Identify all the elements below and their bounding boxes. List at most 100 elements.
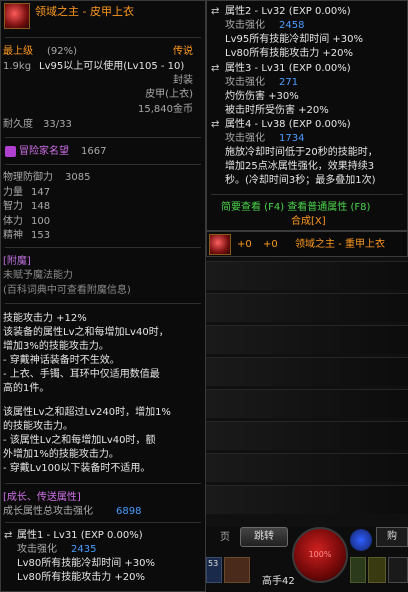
- skill-desc-line: 该属性Lv之和超过Lv240时，增加1%: [3, 407, 171, 418]
- shuffle-icon: ⇄: [4, 530, 13, 541]
- level-requirement: Lv95以上可以使用(Lv105 - 10): [39, 61, 185, 72]
- adventurer-fame-value: 1667: [81, 146, 107, 157]
- divider: [5, 137, 201, 138]
- mp-orb: [350, 529, 372, 551]
- divider: [5, 522, 201, 523]
- skill-desc-line: - 穿戴神话装备时不生效。: [3, 355, 120, 366]
- stat-label: 力量: [3, 187, 23, 198]
- enchant-none: 未赋予魔法能力: [3, 270, 73, 281]
- skill-desc-line: 技能攻击力 +12%: [3, 313, 87, 324]
- page-label: 页: [220, 532, 230, 543]
- hp-orb-label: 100%: [308, 550, 332, 559]
- attr2-title: 属性2 - Lv32 (EXP 0.00%): [225, 6, 351, 17]
- shuffle-icon: ⇄: [211, 119, 220, 130]
- attr4-atk-value: 1734: [279, 133, 305, 144]
- adventurer-fame-icon: [5, 146, 16, 157]
- attr1-title: 属性1 - Lv31 (EXP 0.00%): [17, 530, 143, 541]
- skill-desc-line: - 上衣、手镯、耳环中仅适用数值最: [3, 369, 160, 380]
- compare-item-header: +0 +0 领域之主 - 重甲上衣: [206, 231, 408, 257]
- list-row: [206, 485, 408, 514]
- divider: [5, 164, 201, 165]
- attr4-atk-label: 攻击强化: [225, 133, 265, 144]
- stat-label: 精神: [3, 230, 23, 241]
- jump-button-label: 跳转: [254, 531, 274, 542]
- stat-value: 3085: [65, 172, 91, 183]
- skill-desc-line: 的技能攻击力。: [3, 421, 73, 432]
- item-price: 15,840金币: [138, 104, 193, 115]
- rarity-label: 传说: [173, 46, 193, 57]
- attr1-line: Lv80所有技能冷却时间 +30%: [17, 558, 155, 569]
- skill-slot[interactable]: [224, 557, 250, 583]
- attr4-line: 秒。(冷却时间3秒；最多叠加1次): [225, 175, 376, 186]
- jump-button[interactable]: 跳转: [240, 527, 288, 547]
- slot-count: 53: [208, 559, 219, 568]
- attr3-line: 灼伤伤害 +30%: [225, 91, 299, 102]
- attr2-atk-value: 2458: [279, 20, 305, 31]
- skill-slot[interactable]: 购: [376, 527, 408, 547]
- item-tooltip-right: ⇄ 属性2 - Lv32 (EXP 0.00%) 攻击强化 2458 Lv95所…: [206, 0, 408, 231]
- attr4-line: 施放冷却时间低于20秒的技能时，: [225, 147, 378, 158]
- skill-slot[interactable]: [350, 557, 366, 583]
- growth-header: [成长、传送属性]: [3, 492, 81, 503]
- stat-label: 智力: [3, 201, 23, 212]
- skill-desc-line: 增加3%的技能攻击力。: [3, 341, 109, 352]
- enchant-hint: (百科词典中可查看附魔信息): [3, 285, 131, 296]
- enchant-header: [附魔]: [3, 256, 31, 267]
- weight-label: 1.9kg: [3, 61, 32, 72]
- stat-value: 147: [31, 187, 51, 198]
- stat-value: 148: [31, 201, 51, 212]
- quick-slot-icon[interactable]: 53: [206, 557, 222, 583]
- divider: [5, 37, 201, 38]
- list-row: [206, 293, 408, 322]
- list-row: [206, 261, 408, 290]
- bottom-text: 高手42: [262, 576, 295, 587]
- level-label: 最上级: [3, 46, 33, 57]
- list-row: [206, 453, 408, 482]
- stat-value: 153: [31, 230, 51, 241]
- attr3-atk-value: 271: [279, 77, 299, 88]
- attr2-line: Lv80所有技能攻击力 +20%: [225, 48, 353, 59]
- item-icon: [4, 3, 30, 29]
- level-pct: (92%): [47, 46, 78, 57]
- synthesize-hint[interactable]: 合成[X]: [291, 216, 326, 228]
- item-name: 领域之主 - 皮甲上衣: [35, 5, 134, 18]
- hp-orb: 100%: [292, 527, 348, 583]
- seal-label: 封装: [173, 75, 193, 86]
- stat-value: 100: [31, 216, 51, 227]
- divider: [5, 247, 201, 248]
- divider: [211, 194, 403, 195]
- background-list: [206, 257, 408, 527]
- item-tooltip-left: 领域之主 - 皮甲上衣 最上级 (92%) 传说 1.9kg Lv95以上可以使…: [0, 0, 206, 592]
- view-toggle-hint[interactable]: 简要查看 (F4) 查看普通属性 (F8): [221, 202, 370, 214]
- stat-label: 体力: [3, 216, 23, 227]
- divider: [5, 483, 201, 484]
- list-row: [206, 325, 408, 354]
- attr3-line: 被击时所受伤害 +20%: [225, 105, 329, 116]
- growth-total-value: 6898: [116, 506, 142, 517]
- attr2-atk-label: 攻击强化: [225, 20, 265, 31]
- attr1-line: Lv80所有技能攻击力 +20%: [17, 572, 145, 583]
- divider: [5, 303, 201, 304]
- attr2-line: Lv95所有技能冷却时间 +30%: [225, 34, 363, 45]
- attr3-title: 属性3 - Lv31 (EXP 0.00%): [225, 63, 351, 74]
- skill-desc-line: - 穿戴Lv100以下装备时不适用。: [3, 463, 151, 474]
- shuffle-icon: ⇄: [211, 6, 220, 17]
- attr4-title: 属性4 - Lv38 (EXP 0.00%): [225, 119, 351, 130]
- attr3-atk-label: 攻击强化: [225, 77, 265, 88]
- skill-slot[interactable]: [368, 557, 386, 583]
- skill-desc-line: 该装备的属性Lv之和每增加Lv40时，: [3, 327, 169, 338]
- attr1-atk-label: 攻击强化: [17, 544, 57, 555]
- skill-desc-line: 高的1件。: [3, 383, 50, 394]
- bottom-bar: 页 跳转 100% 购 53 高手42: [206, 527, 408, 592]
- growth-total-label: 成长属性总攻击强化: [3, 506, 93, 517]
- skill-slot[interactable]: [388, 557, 408, 583]
- attr1-atk-value: 2435: [71, 544, 97, 555]
- durability-value: 33/33: [43, 119, 72, 130]
- plus-a: +0: [237, 239, 252, 250]
- durability-label: 耐久度: [3, 119, 33, 130]
- compare-item-name: 领域之主 - 重甲上衣: [295, 239, 385, 250]
- compare-item-icon: [209, 234, 231, 255]
- shuffle-icon: ⇄: [211, 63, 220, 74]
- list-row: [206, 421, 408, 450]
- adventurer-fame-label: 冒险家名望: [19, 146, 69, 157]
